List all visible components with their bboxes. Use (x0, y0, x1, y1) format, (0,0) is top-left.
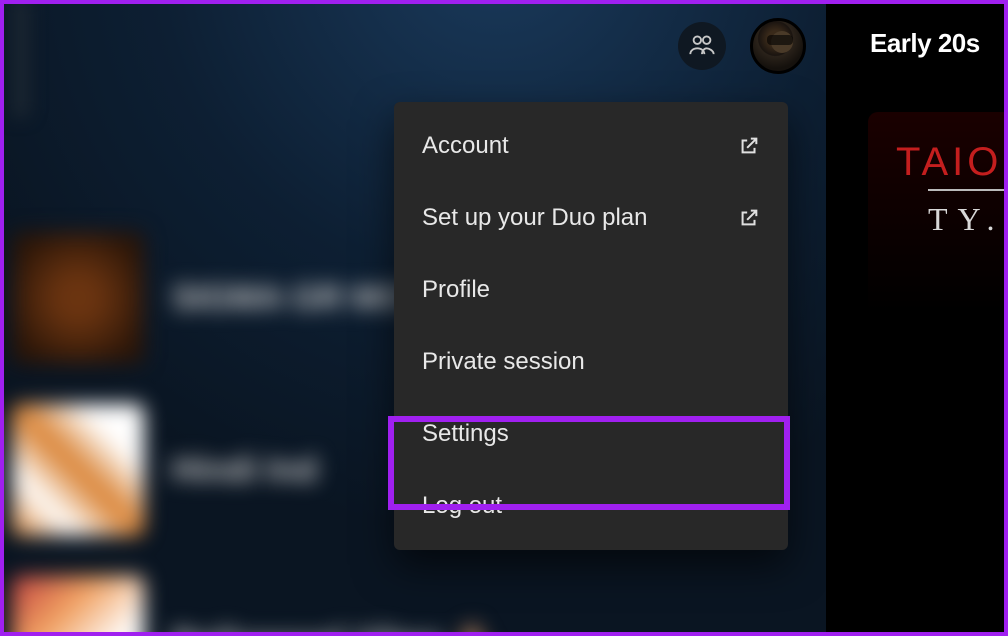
user-menu-dropdown: Account Set up your Duo plan Profile Pri… (394, 102, 788, 550)
playlist-cover (12, 404, 144, 536)
sidebar-title: Early 20s (830, 4, 1004, 59)
divider (928, 189, 1008, 191)
user-avatar-button[interactable] (750, 18, 806, 74)
menu-item-label: Settings (422, 420, 509, 448)
playlist-row: Bollywood Vibes ✋🏽 (4, 576, 500, 632)
menu-item-account[interactable]: Account (394, 110, 788, 182)
playlist-label: Bollywood Vibes ✋🏽 (172, 622, 495, 632)
menu-item-label: Private session (422, 348, 585, 376)
album-artist: TAIO CR (868, 112, 1008, 185)
partial-card-left (12, 4, 30, 118)
menu-item-profile[interactable]: Profile (394, 254, 788, 326)
menu-item-label: Log out (422, 492, 502, 520)
album-subtitle: TY.O (868, 195, 1008, 238)
menu-item-label: Profile (422, 276, 490, 304)
playlist-label: Hindi Ind (172, 451, 317, 490)
top-right-controls (678, 18, 806, 74)
menu-item-duo-plan[interactable]: Set up your Duo plan (394, 182, 788, 254)
playlist-cover (12, 232, 144, 364)
right-sidebar: Early 20s TAIO CR TY.O (830, 4, 1004, 632)
playlist-cover (12, 576, 144, 632)
menu-item-label: Account (422, 132, 509, 160)
menu-item-private-session[interactable]: Private session (394, 326, 788, 398)
now-playing-album[interactable]: TAIO CR TY.O (868, 112, 1008, 612)
main-content-area: SIGMA GR MOTIVAT Hindi Ind Bollywood Vib… (4, 4, 826, 632)
external-link-icon (738, 135, 760, 157)
menu-item-log-out[interactable]: Log out (394, 470, 788, 542)
external-link-icon (738, 207, 760, 229)
friends-icon (688, 32, 716, 60)
friend-activity-button[interactable] (678, 22, 726, 70)
menu-item-settings[interactable]: Settings (394, 398, 788, 470)
menu-item-label: Set up your Duo plan (422, 204, 647, 232)
